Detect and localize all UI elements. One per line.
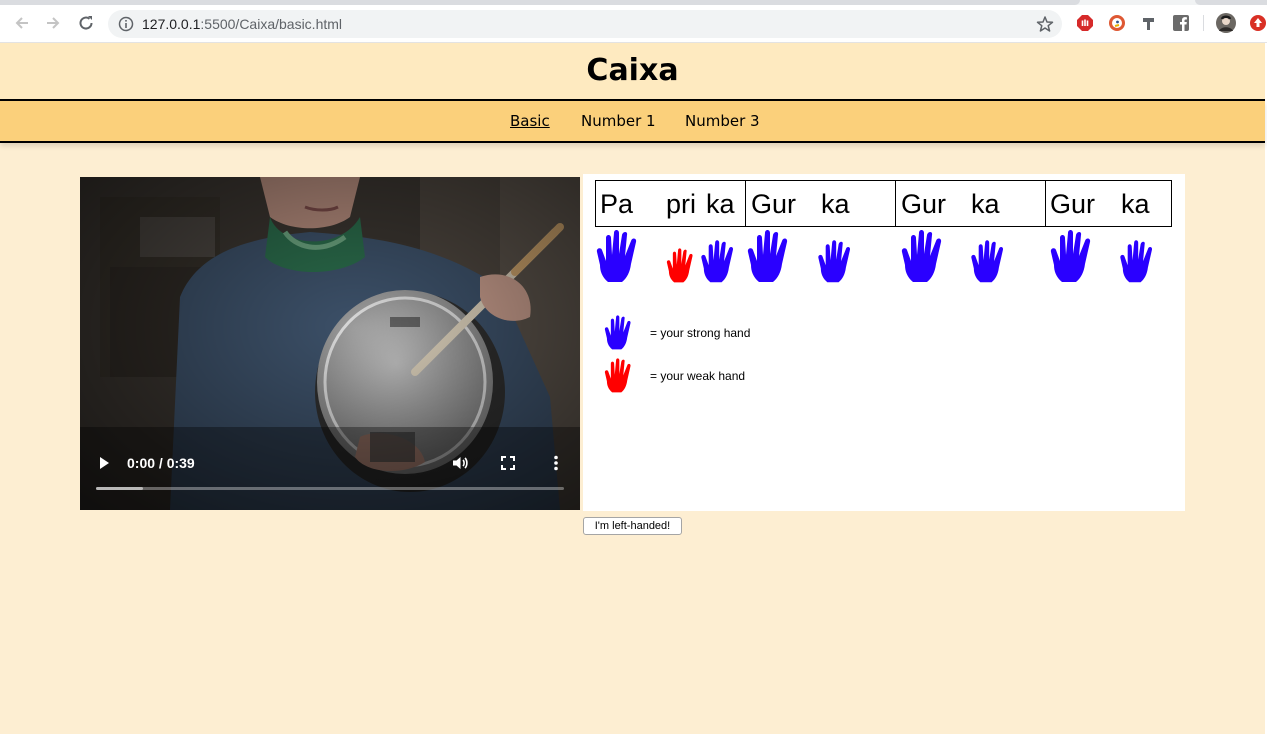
main-nav: Basic Number 1 Number 3	[0, 101, 1265, 143]
strong-hand-icon	[596, 230, 637, 282]
bookmark-star-icon[interactable]	[1036, 15, 1054, 33]
video-player[interactable]: 0:00 / 0:39	[80, 177, 580, 510]
video-progress-fill	[96, 487, 143, 490]
strong-hand-icon	[1050, 230, 1091, 282]
legend-weak-text: = your weak hand	[650, 369, 746, 383]
toolbar-separator	[1203, 15, 1204, 31]
left-handed-button[interactable]: I'm left-handed!	[583, 517, 682, 535]
syllable: pri	[666, 189, 697, 219]
duckduckgo-extension-icon[interactable]	[1108, 14, 1126, 32]
nav-link-number-3[interactable]: Number 3	[685, 112, 760, 130]
address-bar[interactable]: 127.0.0.1:5500/Caixa/basic.html	[108, 10, 1062, 38]
site-info-icon[interactable]	[118, 16, 134, 32]
strong-hand-icon	[1120, 240, 1153, 283]
more-options-icon[interactable]	[546, 453, 566, 473]
weak-hand-icon	[666, 248, 693, 283]
syllable: Gur	[1050, 189, 1096, 219]
url-path: :5500/Caixa/basic.html	[200, 16, 343, 32]
update-icon[interactable]	[1249, 14, 1267, 32]
reload-icon[interactable]	[76, 13, 96, 33]
nav-link-basic[interactable]: Basic	[510, 112, 550, 130]
puzzle-extension-icon[interactable]	[1140, 14, 1158, 32]
strong-hand-icon	[818, 240, 851, 283]
strong-hand-icon	[701, 240, 734, 283]
video-controls: 0:00 / 0:39	[80, 177, 580, 510]
url-text[interactable]: 127.0.0.1:5500/Caixa/basic.html	[142, 16, 342, 32]
legend-strong-text: = your strong hand	[650, 326, 751, 340]
video-progress-bar[interactable]	[96, 487, 564, 490]
rhythm-cell: Gur ka	[746, 181, 896, 226]
rhythm-cell: Pa pri ka	[596, 181, 746, 226]
forward-icon[interactable]	[43, 13, 63, 33]
strong-hand-icon	[901, 230, 942, 282]
page-title: Caixa	[586, 53, 679, 88]
site-header: Caixa	[0, 43, 1265, 101]
rhythm-cell: Gur ka	[896, 181, 1046, 226]
volume-icon[interactable]	[450, 453, 470, 473]
syllable: Gur	[751, 189, 797, 219]
strong-hand-icon	[747, 230, 788, 282]
facebook-extension-icon[interactable]	[1172, 14, 1190, 32]
nav-link-number-1[interactable]: Number 1	[581, 112, 656, 130]
video-time: 0:00 / 0:39	[127, 455, 195, 471]
syllable: ka	[1121, 189, 1150, 219]
rhythm-cell: Gur ka	[1046, 181, 1171, 226]
syllable: ka	[821, 189, 850, 219]
syllable: ka	[706, 189, 735, 219]
profile-avatar[interactable]	[1216, 13, 1236, 33]
play-icon[interactable]	[94, 453, 114, 473]
url-host: 127.0.0.1	[142, 16, 201, 32]
legend-weak-hand-icon	[604, 358, 631, 393]
fullscreen-icon[interactable]	[498, 453, 518, 473]
browser-toolbar: 127.0.0.1:5500/Caixa/basic.html	[0, 0, 1267, 43]
legend-strong-hand-icon	[604, 315, 631, 350]
syllable: Gur	[901, 189, 947, 219]
syllable: Pa	[600, 189, 634, 219]
strong-hand-icon	[971, 240, 1004, 283]
rhythm-table: Pa pri ka Gur ka Gur ka Gur ka	[595, 180, 1172, 227]
syllable: ka	[971, 189, 1000, 219]
tab-strip	[0, 0, 1267, 5]
rhythm-chart: Pa pri ka Gur ka Gur ka Gur ka = your st…	[583, 174, 1185, 511]
back-icon[interactable]	[12, 13, 32, 33]
adblock-extension-icon[interactable]	[1076, 14, 1094, 32]
